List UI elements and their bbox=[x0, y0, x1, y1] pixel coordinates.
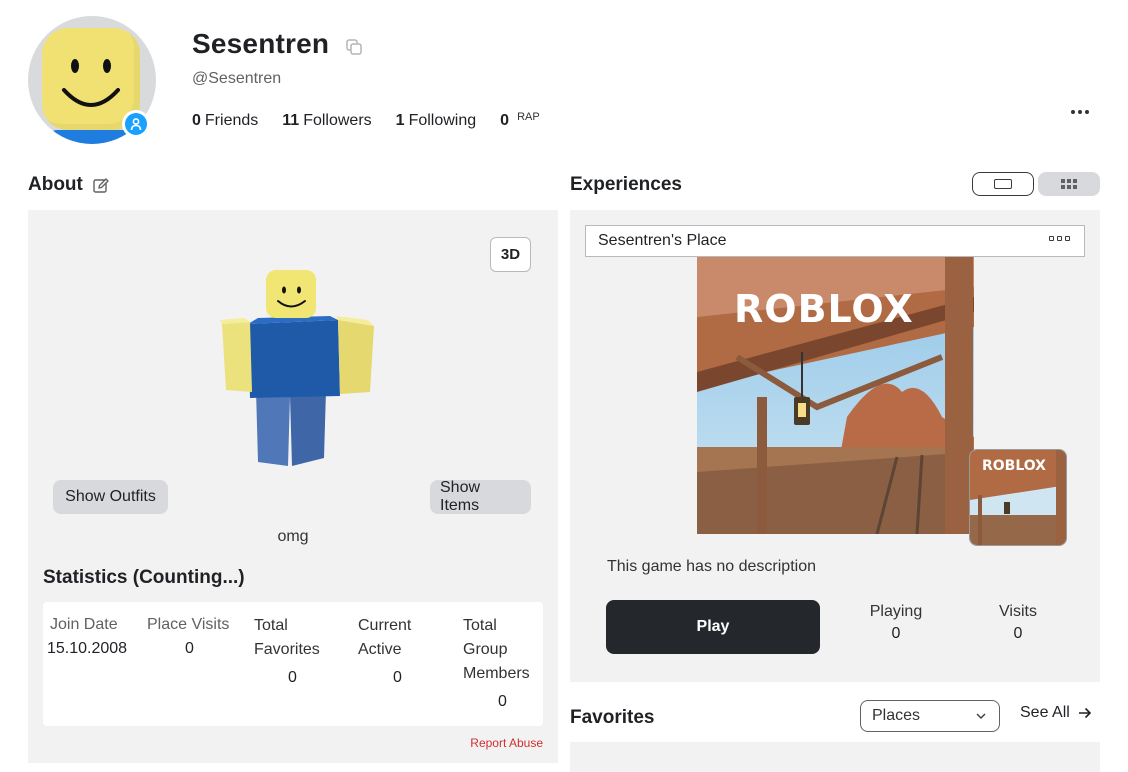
stat-join-date: Join Date 15.10.2008 bbox=[47, 613, 128, 661]
stat-label: Total bbox=[254, 617, 288, 634]
favorites-category-select[interactable]: Places bbox=[860, 700, 1000, 732]
visits-stat: Visits 0 bbox=[994, 601, 1042, 645]
see-all-link[interactable]: See All bbox=[1020, 704, 1092, 722]
friends-count: 0 bbox=[192, 112, 201, 129]
view-list-icon[interactable] bbox=[972, 172, 1034, 196]
rap-stat: 0 RAP bbox=[500, 111, 540, 130]
followers-label: Followers bbox=[303, 112, 372, 129]
social-counts: 0 Friends 11 Followers 1 Following 0 RAP bbox=[192, 111, 564, 130]
statistics-card: Join Date 15.10.2008 Place Visits 0 Tota… bbox=[43, 602, 543, 726]
stat-label: Members bbox=[463, 665, 530, 682]
stat-value: 0 bbox=[393, 669, 402, 686]
stat-current-active: Current Active 0 bbox=[358, 614, 411, 690]
favorites-title: Favorites bbox=[570, 707, 655, 728]
statistics-title: Statistics (Counting...) bbox=[43, 567, 245, 588]
stat-value: 0 bbox=[498, 693, 507, 710]
avatar-3d-figure[interactable] bbox=[218, 270, 378, 475]
about-title: About bbox=[28, 174, 83, 195]
stat-value: 15.10.2008 bbox=[47, 640, 128, 657]
about-blurb: omg bbox=[277, 528, 309, 545]
show-items-button[interactable]: Show Items bbox=[430, 479, 531, 514]
stat-group-members: Total Group Members 0 bbox=[463, 614, 530, 714]
arrow-right-icon bbox=[1078, 707, 1091, 719]
following-count: 1 bbox=[395, 112, 405, 129]
playing-value: 0 bbox=[891, 625, 901, 642]
game-name: Sesentren's Place bbox=[598, 232, 727, 249]
visits-label: Visits bbox=[999, 603, 1037, 620]
report-abuse-link[interactable]: Report Abuse bbox=[470, 736, 543, 750]
game-selector[interactable]: Sesentren's Place bbox=[585, 225, 1085, 257]
rap-value: 0 bbox=[500, 112, 510, 129]
username: @Sesentren bbox=[192, 70, 282, 87]
stat-label: Active bbox=[358, 641, 402, 658]
stat-value: 0 bbox=[185, 640, 194, 657]
visits-value: 0 bbox=[1013, 625, 1023, 642]
stat-value: 0 bbox=[288, 669, 297, 686]
see-all-label: See All bbox=[1020, 704, 1070, 721]
display-name: Sesentren bbox=[192, 28, 330, 59]
presence-icon bbox=[125, 113, 147, 135]
stat-label: Join Date bbox=[50, 616, 118, 633]
view-grid-icon[interactable] bbox=[1038, 172, 1100, 196]
following-label: Following bbox=[408, 112, 477, 129]
friends-label: Friends bbox=[204, 112, 259, 129]
chevron-down-icon bbox=[976, 713, 986, 719]
stat-label: Total bbox=[463, 617, 497, 634]
playing-label: Playing bbox=[869, 603, 923, 620]
about-panel: 3D Show Outfits Show Items omg Statistic… bbox=[28, 210, 558, 763]
favorites-panel bbox=[570, 742, 1100, 772]
friends-link[interactable]: 0 Friends bbox=[192, 112, 258, 130]
game-description: This game has no description bbox=[607, 558, 816, 575]
playing-stat: Playing 0 bbox=[868, 601, 924, 645]
followers-count: 11 bbox=[282, 112, 300, 129]
following-link[interactable]: 1 Following bbox=[396, 112, 477, 130]
presence-badge bbox=[122, 110, 150, 138]
stat-place-visits: Place Visits 0 bbox=[147, 613, 237, 661]
game-thumbnail[interactable]: ROBLOX bbox=[697, 257, 974, 534]
stat-total-favorites: Total Favorites 0 bbox=[254, 614, 320, 690]
experiences-title: Experiences bbox=[570, 174, 682, 195]
game-switch-icon[interactable] bbox=[1049, 236, 1070, 241]
stat-label: Place Visits bbox=[147, 616, 230, 633]
stat-label: Group bbox=[463, 641, 508, 658]
stat-label: Favorites bbox=[254, 641, 320, 658]
followers-link[interactable]: 11 Followers bbox=[282, 112, 371, 130]
edit-icon[interactable] bbox=[92, 177, 110, 195]
selected-option: Places bbox=[872, 707, 921, 724]
roblox-logo-small: ROBLOX bbox=[982, 458, 1046, 474]
toggle-3d-button[interactable]: 3D bbox=[490, 237, 531, 272]
avatar-shirt bbox=[52, 130, 132, 144]
copy-icon[interactable] bbox=[345, 38, 363, 56]
game-icon[interactable]: ROBLOX bbox=[969, 449, 1067, 546]
experiences-panel: Sesentren's Place ROBLOX ROBLOX This gam… bbox=[570, 210, 1100, 682]
stat-label: Current bbox=[358, 617, 412, 634]
show-outfits-button[interactable]: Show Outfits bbox=[53, 480, 168, 514]
view-toggle bbox=[972, 172, 1100, 196]
more-icon[interactable] bbox=[1067, 104, 1093, 120]
rap-label: RAP bbox=[517, 111, 540, 123]
play-button[interactable]: Play bbox=[606, 600, 820, 654]
roblox-logo: ROBLOX bbox=[734, 287, 914, 331]
